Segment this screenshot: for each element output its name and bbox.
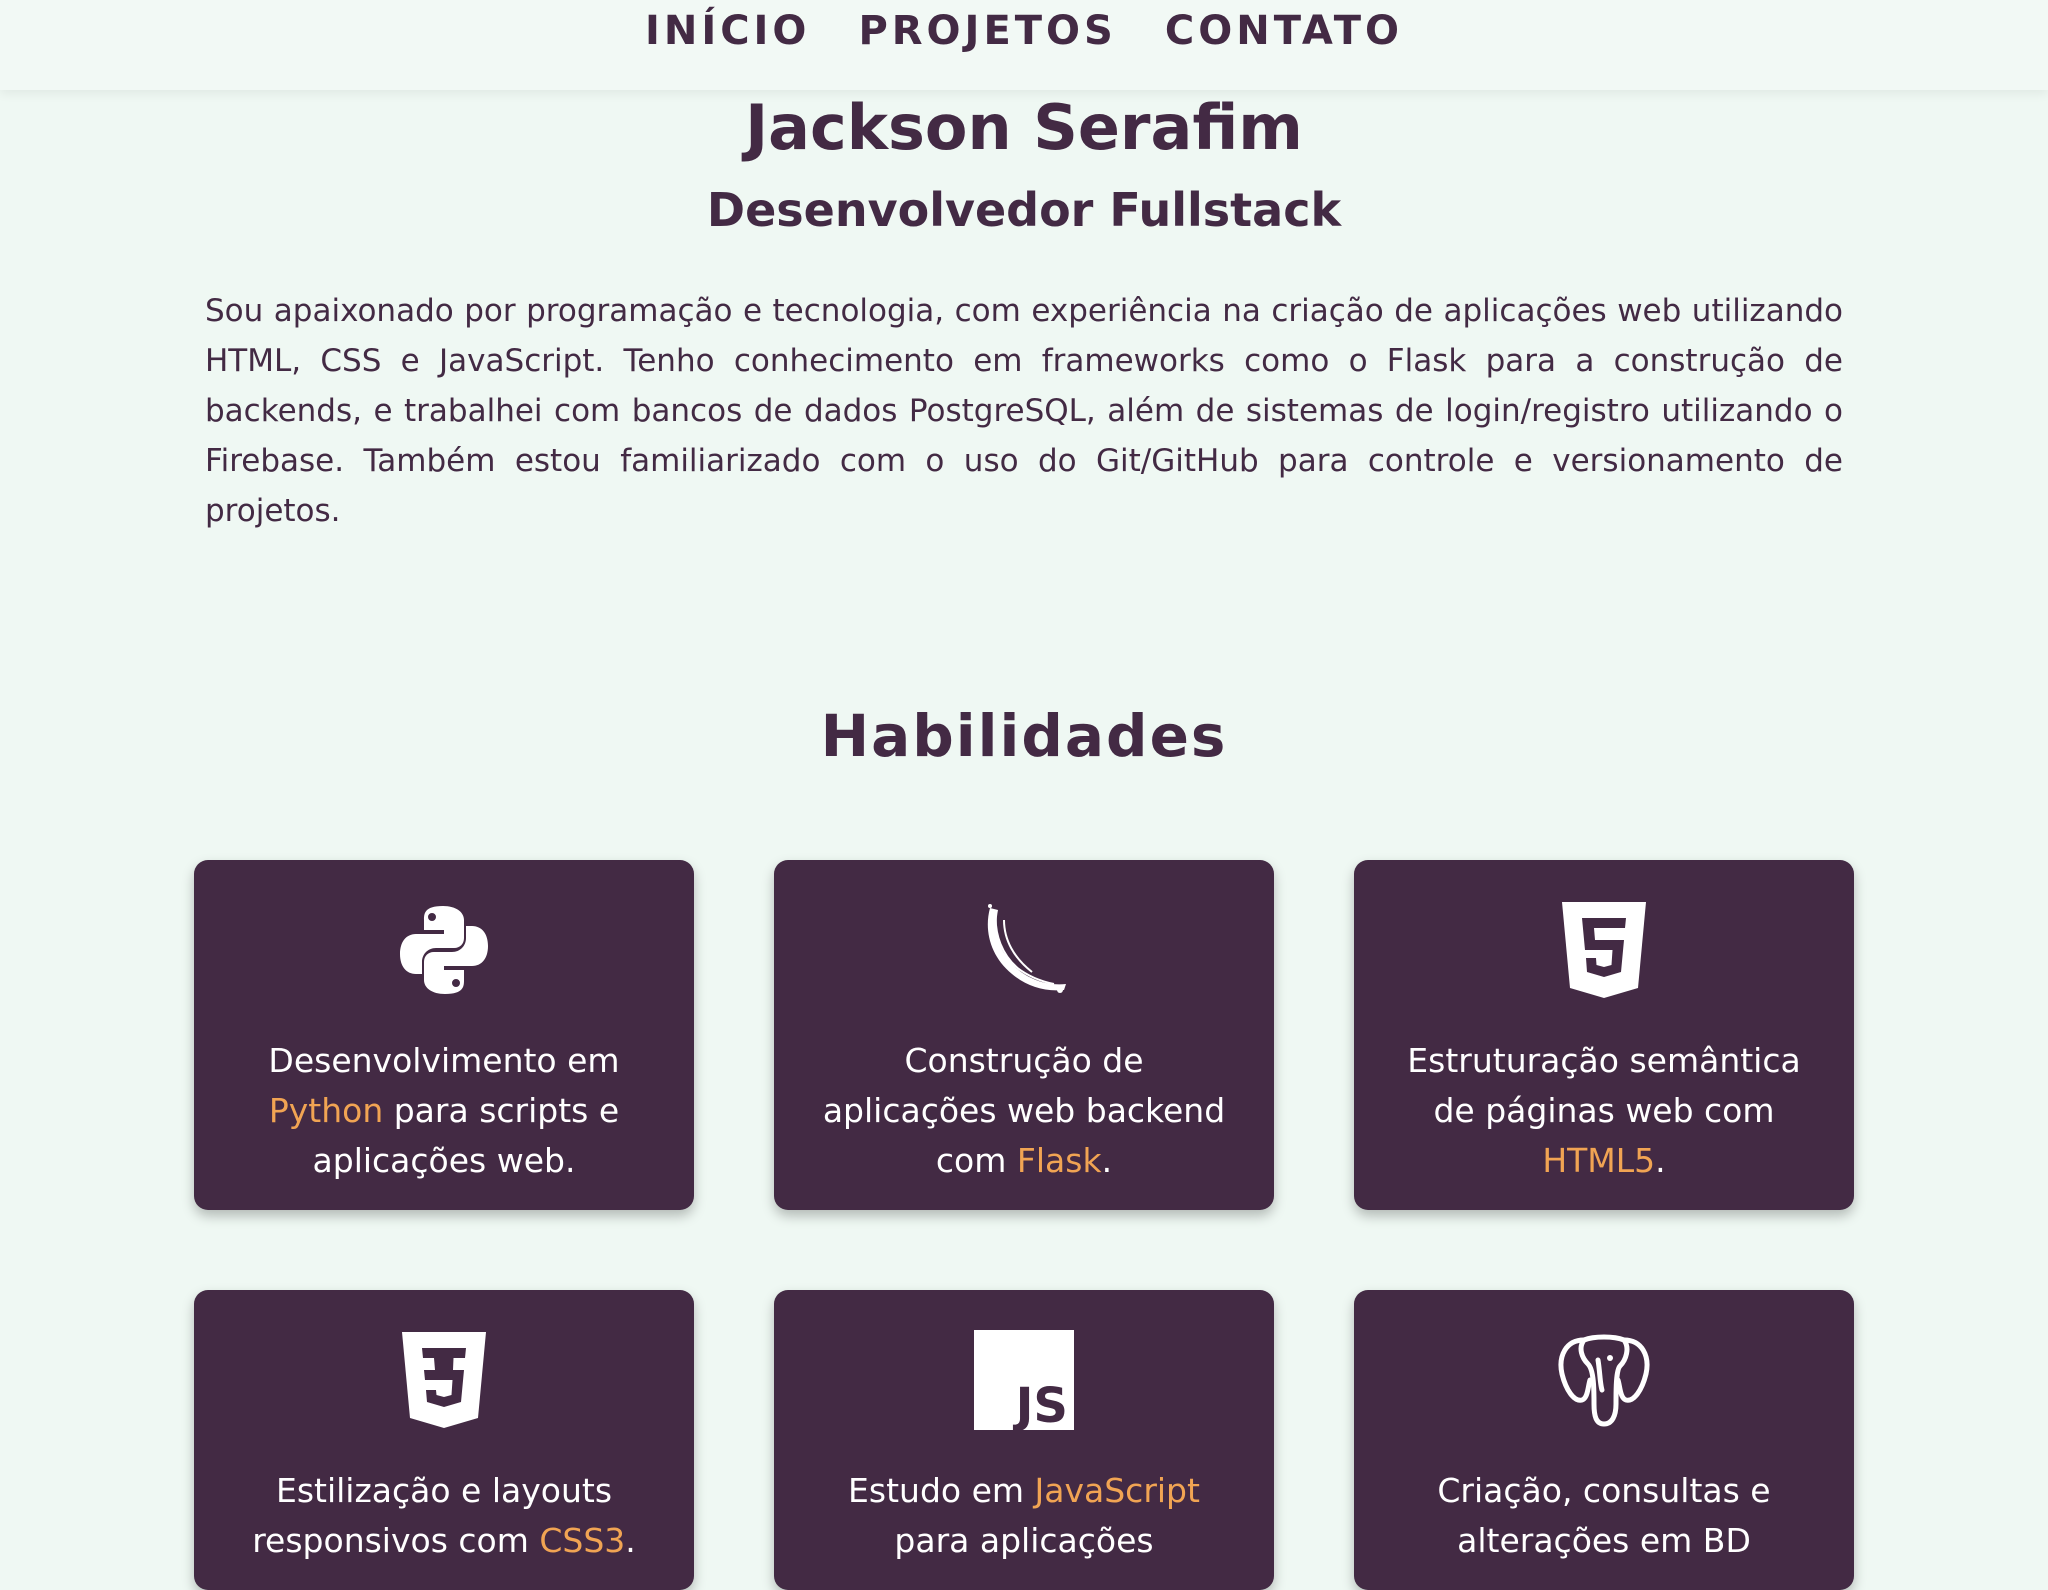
skill-card-css3: Estilização e layouts responsivos com CS… — [194, 1290, 694, 1590]
skills-heading: Habilidades — [820, 702, 1228, 770]
top-nav: INÍCIO PROJETOS CONTATO — [0, 0, 2048, 90]
page-title: Jackson Serafim — [745, 91, 1303, 164]
about-paragraph: Sou apaixonado por programação e tecnolo… — [205, 293, 1843, 529]
postgresql-icon — [1554, 1330, 1654, 1430]
skill-tech: JavaScript — [1034, 1471, 1200, 1510]
flask-icon — [974, 900, 1074, 1000]
skill-description: Estruturação semântica de páginas web co… — [1407, 1041, 1801, 1180]
skill-description: Estilização e layouts responsivos com CS… — [252, 1471, 636, 1560]
python-icon — [394, 900, 494, 1000]
nav-link-contato[interactable]: CONTATO — [1165, 8, 1403, 54]
svg-text:JS: JS — [1013, 1378, 1068, 1430]
skill-description: Criação, consultas e alterações em BD — [1437, 1471, 1771, 1560]
skill-card-javascript: JS Estudo em JavaScript para aplicações — [774, 1290, 1274, 1590]
skill-card-python: Desenvolvimento em Python para scripts e… — [194, 860, 694, 1210]
skill-tech: Flask — [1016, 1141, 1102, 1180]
skill-description: Desenvolvimento em Python para scripts e… — [268, 1041, 620, 1180]
nav-link-projetos[interactable]: PROJETOS — [858, 8, 1116, 54]
job-title: Desenvolvedor Fullstack — [706, 183, 1342, 237]
skill-card-html5: Estruturação semântica de páginas web co… — [1354, 860, 1854, 1210]
html5-icon — [1554, 900, 1654, 1000]
skill-card-flask: Construção de aplicações web backend com… — [774, 860, 1274, 1210]
css3-icon — [394, 1330, 494, 1430]
skill-tech: Python — [268, 1091, 384, 1130]
skill-tech: CSS3 — [539, 1521, 626, 1560]
skill-card-postgresql: Criação, consultas e alterações em BD — [1354, 1290, 1854, 1590]
javascript-icon: JS — [974, 1330, 1074, 1430]
skill-description: Estudo em JavaScript para aplicações — [848, 1471, 1200, 1560]
skill-tech: HTML5 — [1542, 1141, 1656, 1180]
nav-link-inicio[interactable]: INÍCIO — [645, 8, 810, 54]
skill-description: Construção de aplicações web backend com… — [822, 1041, 1226, 1180]
